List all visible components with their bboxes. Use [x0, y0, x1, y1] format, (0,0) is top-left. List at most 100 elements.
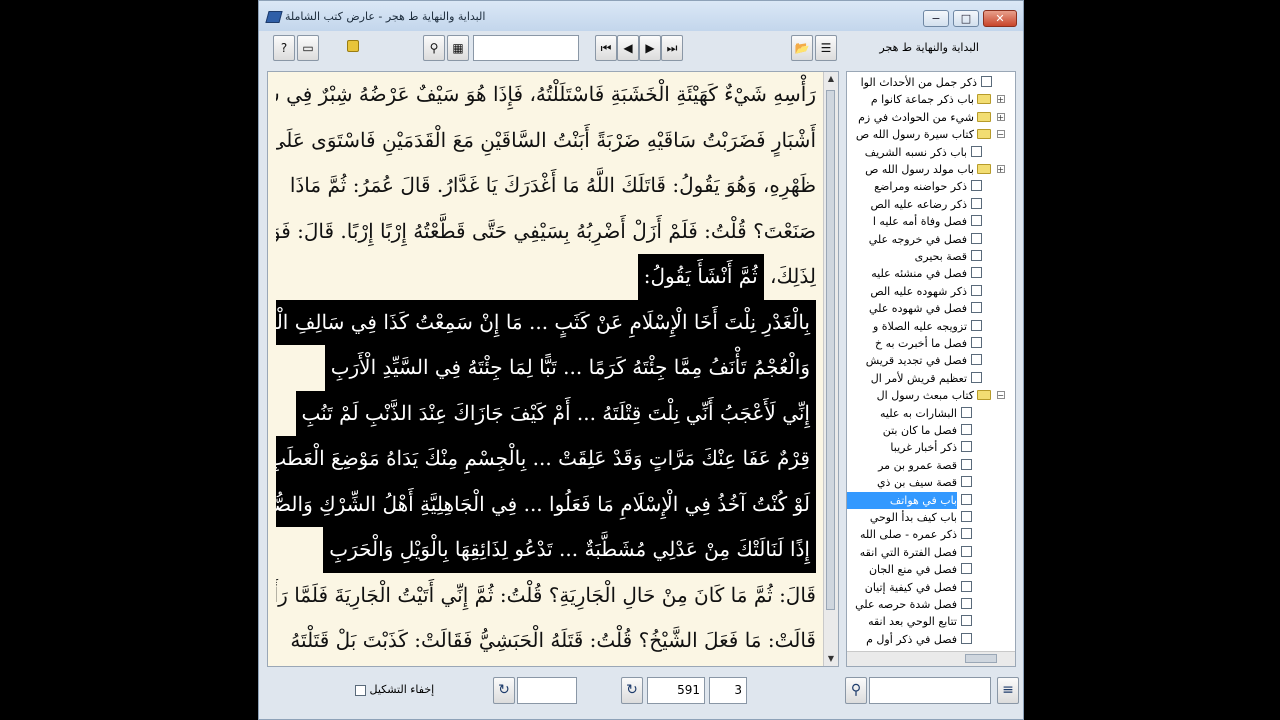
tree-node[interactable]: فصل في خروجه علي: [847, 231, 1015, 248]
tree-node[interactable]: باب ذكر نسبه الشريف: [847, 144, 1015, 161]
tree-checkbox[interactable]: [971, 250, 982, 261]
first-page-button[interactable]: ⏮: [595, 35, 617, 61]
prev-page-button[interactable]: ◀: [617, 35, 639, 61]
expand-icon[interactable]: +: [997, 95, 1005, 104]
tree-node[interactable]: + باب مولد رسول الله ص: [847, 161, 1015, 178]
tree-checkbox[interactable]: [971, 267, 982, 279]
tree-node[interactable]: فصل في ذكر أول م: [847, 631, 1015, 648]
minimize-button[interactable]: −: [923, 10, 949, 27]
reader-scrollbar[interactable]: ▲ ▼: [823, 72, 838, 666]
folder-open-icon: [977, 390, 991, 401]
tree-node[interactable]: فصل ما كان بتن: [847, 422, 1015, 439]
scroll-thumb[interactable]: [826, 90, 835, 610]
tree-node[interactable]: باب كيف بدأ الوحي: [847, 509, 1015, 526]
scroll-down-icon[interactable]: ▼: [824, 652, 838, 666]
tree-checkbox[interactable]: [971, 145, 982, 157]
hide-diacritics-option[interactable]: إخفاء التشكيل: [351, 683, 434, 696]
tree-node[interactable]: تزويجه عليه الصلاة و: [847, 318, 1015, 335]
tree-hscroll-thumb[interactable]: [965, 654, 997, 663]
tree-checkbox[interactable]: [961, 493, 972, 505]
collapse-icon[interactable]: −: [997, 391, 1005, 400]
tree-node[interactable]: تتابع الوحي بعد انقه: [847, 613, 1015, 630]
tree-node[interactable]: ذكر جمل من الأحداث الوا: [847, 74, 1015, 91]
expand-icon[interactable]: +: [997, 165, 1005, 174]
tree-node[interactable]: ذكر رضاعه عليه الص: [847, 196, 1015, 213]
tree-node[interactable]: باب في هواتف: [847, 491, 1015, 509]
tree-checkbox[interactable]: [961, 406, 972, 418]
tree-node[interactable]: فصل في كيفية إتيان: [847, 579, 1015, 596]
tree-node[interactable]: ذكر شهوده عليه الص: [847, 283, 1015, 300]
tree-node[interactable]: ذكر عمره - صلى الله: [847, 526, 1015, 543]
page-button[interactable]: ▭: [297, 35, 319, 61]
tree-checkbox[interactable]: [961, 458, 972, 470]
close-button[interactable]: ✕: [983, 10, 1017, 27]
tree-node[interactable]: فصل في منع الجان: [847, 561, 1015, 578]
tree-node[interactable]: فصل في شهوده علي: [847, 300, 1015, 317]
refresh-icon[interactable]: ↻: [493, 677, 515, 704]
tree-checkbox[interactable]: [961, 632, 972, 644]
scroll-up-icon[interactable]: ▲: [824, 72, 838, 86]
tree-checkbox[interactable]: [961, 545, 972, 557]
toc-tree[interactable]: ذكر جمل من الأحداث الوا + باب ذكر جماعة كا…: [846, 71, 1016, 667]
folder-open-button[interactable]: 📂: [791, 35, 813, 61]
tree-hscrollbar[interactable]: [847, 651, 1015, 666]
tree-checkbox[interactable]: [961, 441, 972, 453]
part-number-field[interactable]: 3: [709, 677, 747, 704]
tree-checkbox[interactable]: [961, 528, 972, 540]
expand-icon[interactable]: +: [997, 112, 1005, 121]
tree-node[interactable]: فصل شدة حرصه علي: [847, 596, 1015, 613]
page-number-field[interactable]: 591: [647, 677, 705, 704]
tree-checkbox[interactable]: [971, 232, 982, 244]
tree-checkbox[interactable]: [971, 319, 982, 331]
tree-checkbox[interactable]: [981, 76, 992, 87]
reader-pane[interactable]: رَأْسِهِ شَيْءٌ كَهَيْئَةِ الْخَشَبَةِ ف…: [267, 71, 839, 667]
tree-node[interactable]: ذكر أخبار غريبا: [847, 439, 1015, 456]
tree-checkbox[interactable]: [961, 598, 972, 609]
tree-checkbox[interactable]: [971, 337, 982, 348]
hide-diacritics-checkbox[interactable]: [355, 684, 366, 696]
collapse-icon[interactable]: −: [997, 130, 1005, 139]
tree-node[interactable]: + شيء من الحوادث في زم: [847, 109, 1015, 126]
tree-node[interactable]: + باب ذكر جماعة كانوا م: [847, 91, 1015, 108]
lock-icon[interactable]: [347, 40, 359, 52]
tree-checkbox[interactable]: [971, 197, 982, 209]
tree-checkbox[interactable]: [961, 476, 972, 488]
tree-checkbox[interactable]: [961, 424, 972, 435]
status-search-input[interactable]: [869, 677, 991, 704]
tree-node[interactable]: فصل في منشئه عليه: [847, 265, 1015, 282]
help-button[interactable]: ?: [273, 35, 295, 61]
tree-node[interactable]: قصة عمرو بن مر: [847, 457, 1015, 474]
maximize-button[interactable]: □: [953, 10, 979, 27]
go-page-icon[interactable]: ↻: [621, 677, 643, 704]
status-input-a[interactable]: [517, 677, 577, 704]
tree-node[interactable]: فصل الفترة التي انقه: [847, 544, 1015, 561]
tree-node[interactable]: البشارات به عليه: [847, 405, 1015, 422]
last-page-button[interactable]: ⏭: [661, 35, 683, 61]
tree-node[interactable]: تعظيم قريش لأمر ال: [847, 370, 1015, 387]
find-page-button[interactable]: ▦: [447, 35, 469, 61]
tree-node[interactable]: فصل ما أخبرت به خ: [847, 335, 1015, 352]
tree-node[interactable]: فصل في تجديد قريش: [847, 352, 1015, 369]
toolbar-search-input[interactable]: [473, 35, 579, 61]
tree-node[interactable]: ذكر حواضنه ومراضع: [847, 178, 1015, 195]
tree-checkbox[interactable]: [971, 371, 982, 383]
tree-checkbox[interactable]: [971, 284, 982, 296]
tree-checkbox[interactable]: [961, 563, 972, 575]
tree-checkbox[interactable]: [971, 302, 982, 314]
next-page-button[interactable]: ▶: [639, 35, 661, 61]
tree-checkbox[interactable]: [961, 580, 972, 592]
tree-node[interactable]: قصة بحيرى: [847, 248, 1015, 265]
binoculars-icon[interactable]: ⚲: [845, 677, 867, 704]
tree-checkbox[interactable]: [961, 615, 972, 627]
menu-icon[interactable]: ≡: [997, 677, 1019, 704]
tree-checkbox[interactable]: [971, 354, 982, 366]
tree-checkbox[interactable]: [971, 215, 982, 227]
tree-node[interactable]: − كتاب سيرة رسول الله ص: [847, 126, 1015, 143]
tree-node[interactable]: فصل وفاة أمه عليه ا: [847, 213, 1015, 230]
search-button[interactable]: ⚲: [423, 35, 445, 61]
toc-button[interactable]: ☰: [815, 35, 837, 61]
tree-node[interactable]: قصة سيف بن ذي: [847, 474, 1015, 491]
tree-checkbox[interactable]: [961, 511, 972, 522]
tree-node[interactable]: − كتاب مبعث رسول ال: [847, 387, 1015, 404]
tree-checkbox[interactable]: [971, 180, 982, 192]
